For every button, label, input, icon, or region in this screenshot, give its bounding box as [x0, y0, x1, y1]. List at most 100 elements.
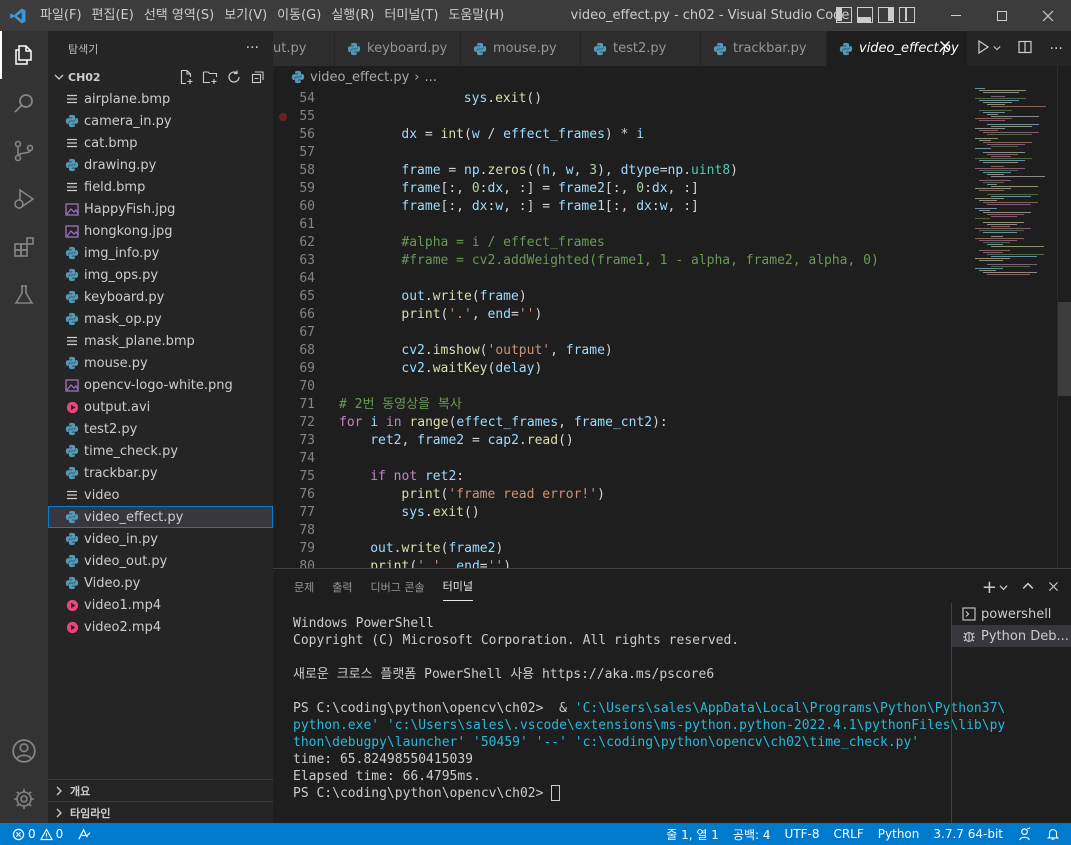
maximize-panel-icon[interactable] — [1022, 580, 1034, 596]
close-panel-icon[interactable] — [1048, 580, 1059, 596]
file-item[interactable]: img_info.py — [48, 242, 273, 264]
editor-tab[interactable]: trackbar.py — [701, 31, 827, 66]
code-line[interactable]: 56 dx = int(w / effect_frames) * i — [273, 126, 965, 144]
file-item[interactable]: time_check.py — [48, 440, 273, 462]
panel-tab[interactable]: 디버그 콘솔 — [371, 573, 425, 601]
cursor-position[interactable]: 줄 1, 열 1 — [659, 826, 726, 843]
menu-item[interactable]: 보기(V) — [219, 0, 272, 31]
search-icon[interactable] — [0, 79, 48, 127]
code-line[interactable]: 69 cv2.waitKey(delay) — [273, 360, 965, 378]
new-file-icon[interactable] — [177, 68, 195, 86]
terminal-output[interactable]: Windows PowerShell Copyright (C) Microsof… — [293, 615, 1005, 802]
terminal-instance[interactable]: powershell — [952, 603, 1071, 625]
editor-tab[interactable]: ut.py — [273, 31, 335, 66]
breadcrumb-symbol[interactable]: ... — [425, 70, 437, 85]
menu-item[interactable]: 실행(R) — [326, 0, 379, 31]
language-mode[interactable]: Python — [871, 827, 927, 841]
new-folder-icon[interactable] — [201, 68, 219, 86]
end-of-line[interactable]: CRLF — [826, 827, 870, 841]
code-line[interactable]: 76 print('frame read error!') — [273, 486, 965, 504]
outline-section[interactable]: 개요 — [48, 779, 273, 801]
file-item[interactable]: drawing.py — [48, 154, 273, 176]
code-line[interactable]: 71 # 2번 동영상을 복사 — [273, 396, 965, 414]
timeline-section[interactable]: 타임라인 — [48, 801, 273, 823]
run-debug-icon[interactable] — [0, 175, 48, 223]
account-icon[interactable] — [0, 727, 48, 775]
code-line[interactable]: 75 if not ret2: — [273, 468, 965, 486]
code-line[interactable]: 70 — [273, 378, 965, 396]
file-item[interactable]: video_out.py — [48, 550, 273, 572]
minimap[interactable] — [965, 66, 1057, 568]
file-item[interactable]: img_ops.py — [48, 264, 273, 286]
feedback-icon[interactable] — [1010, 826, 1039, 842]
code-line[interactable]: 66 print('.', end='') — [273, 306, 965, 324]
source-control-icon[interactable] — [0, 127, 48, 175]
code-line[interactable]: 54 sys.exit() — [273, 90, 965, 108]
code-line[interactable]: 64 — [273, 270, 965, 288]
panel-tab[interactable]: 출력 — [332, 573, 352, 601]
close-tab-icon[interactable] — [939, 40, 951, 56]
terminal-dropdown-chevron-icon[interactable] — [999, 580, 1008, 596]
new-terminal-icon[interactable]: + — [982, 577, 997, 598]
menu-item[interactable]: 파일(F) — [35, 0, 87, 31]
menu-item[interactable]: 선택 영역(S) — [139, 0, 219, 31]
editor-tab[interactable]: video_effect.py — [827, 31, 990, 66]
file-item[interactable]: cat.bmp — [48, 132, 273, 154]
file-item[interactable]: trackbar.py — [48, 462, 273, 484]
editor-tab[interactable]: test2.py — [581, 31, 701, 66]
editor-tab[interactable]: mouse.py — [461, 31, 581, 66]
file-item[interactable]: mask_plane.bmp — [48, 330, 273, 352]
more-actions-icon[interactable]: ··· — [1050, 41, 1063, 57]
editor-tab[interactable]: keyboard.py — [335, 31, 461, 66]
file-item[interactable]: video2.mp4 — [48, 616, 273, 638]
scrollbar-thumb[interactable] — [1058, 302, 1071, 396]
code-line[interactable]: 59 frame[:, 0:dx, :] = frame2[:, 0:dx, :] — [273, 180, 965, 198]
panel-tab[interactable]: 문제 — [294, 573, 314, 601]
breadcrumb-file[interactable]: video_effect.py — [310, 70, 409, 85]
file-item[interactable]: Video.py — [48, 572, 273, 594]
code-line[interactable]: 58 frame = np.zeros((h, w, 3), dtype=np.u… — [273, 162, 965, 180]
code-line[interactable]: 63 #frame = cv2.addWeighted(frame1, 1 - a… — [273, 252, 965, 270]
collapse-all-icon[interactable] — [249, 68, 267, 86]
code-line[interactable]: 57 — [273, 144, 965, 162]
file-item[interactable]: video1.mp4 — [48, 594, 273, 616]
menu-item[interactable]: 터미널(T) — [379, 0, 443, 31]
file-item[interactable]: airplane.bmp — [48, 88, 273, 110]
toggle-sidebar-icon[interactable] — [836, 7, 852, 23]
toggle-secondary-sidebar-icon[interactable] — [878, 7, 894, 23]
file-item[interactable]: output.avi — [48, 396, 273, 418]
minimize-button[interactable] — [933, 0, 979, 31]
code-line[interactable]: 68 cv2.imshow('output', frame) — [273, 342, 965, 360]
file-item[interactable]: HappyFish.jpg — [48, 198, 273, 220]
code-line[interactable]: 73 ret2, frame2 = cap2.read() — [273, 432, 965, 450]
indentation[interactable]: 공백: 4 — [726, 826, 778, 843]
menu-item[interactable]: 도움말(H) — [443, 0, 509, 31]
file-item[interactable]: camera_in.py — [48, 110, 273, 132]
refresh-icon[interactable] — [225, 68, 243, 86]
code-line[interactable]: 61 — [273, 216, 965, 234]
code-line[interactable]: 72 for i in range(effect_frames, frame_cn… — [273, 414, 965, 432]
menu-item[interactable]: 이동(G) — [272, 0, 326, 31]
live-share-icon[interactable] — [70, 827, 99, 842]
more-actions-icon[interactable]: ··· — [246, 40, 259, 56]
file-item[interactable]: keyboard.py — [48, 286, 273, 308]
notifications-bell-icon[interactable] — [1039, 827, 1067, 841]
run-python-file-icon[interactable] — [975, 39, 991, 59]
encoding[interactable]: UTF-8 — [777, 827, 826, 841]
file-item[interactable]: video_effect.py — [48, 506, 273, 528]
toggle-panel-icon[interactable] — [857, 7, 873, 23]
menu-item[interactable]: 편집(E) — [87, 0, 139, 31]
terminal-instance[interactable]: Python Deb... — [952, 625, 1071, 647]
code-line[interactable]: 60 frame[:, dx:w, :] = frame1[:, dx:w, :] — [273, 198, 965, 216]
editor-scrollbar[interactable] — [1057, 66, 1071, 568]
customize-layout-icon[interactable] — [899, 7, 915, 23]
file-item[interactable]: hongkong.jpg — [48, 220, 273, 242]
split-editor-icon[interactable] — [1017, 39, 1033, 59]
python-interpreter[interactable]: 3.7.7 64-bit — [926, 827, 1010, 841]
file-item[interactable]: video_in.py — [48, 528, 273, 550]
file-item[interactable]: opencv-logo-white.png — [48, 374, 273, 396]
code-editor[interactable]: 54 sys.exit() 55 56 dx = int(w / effect_fram… — [273, 88, 965, 568]
extensions-icon[interactable] — [0, 223, 48, 271]
file-item[interactable]: test2.py — [48, 418, 273, 440]
manage-gear-icon[interactable] — [0, 775, 48, 823]
